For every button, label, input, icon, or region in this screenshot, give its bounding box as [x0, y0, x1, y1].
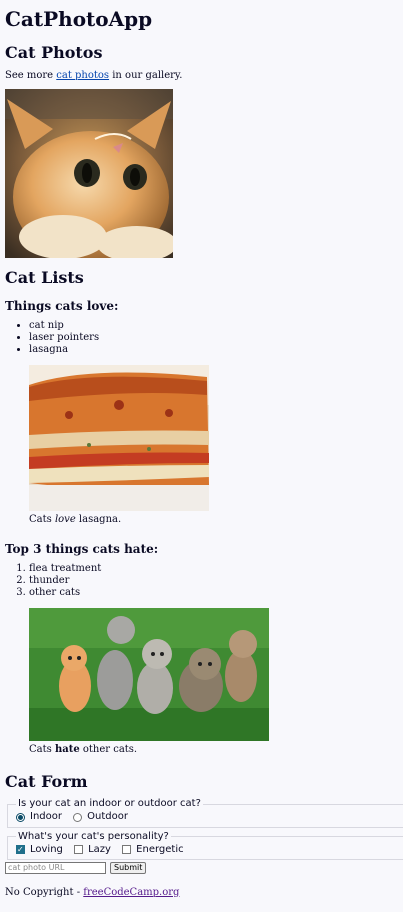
location-fieldset: Is your cat an indoor or outdoor cat? In…	[7, 798, 403, 828]
outdoor-option[interactable]: Outdoor	[73, 810, 128, 824]
lazy-option[interactable]: Lazy	[74, 843, 111, 857]
loving-option[interactable]: Loving	[16, 843, 63, 857]
energetic-option[interactable]: Energetic	[122, 843, 184, 857]
list-item: thunder	[29, 575, 398, 587]
list-item: laser pointers	[29, 332, 398, 344]
cat-form-heading: Cat Form	[5, 772, 88, 791]
freecodecamp-link[interactable]: freeCodeCamp.org	[83, 887, 179, 898]
cat-photo-url-input[interactable]: cat photo URL	[5, 862, 106, 874]
list-item: other cats	[29, 587, 398, 599]
loving-checkbox[interactable]	[16, 843, 25, 857]
location-legend: Is your cat an indoor or outdoor cat?	[18, 798, 201, 809]
indoor-option[interactable]: Indoor	[16, 810, 62, 824]
outdoor-radio[interactable]	[73, 812, 83, 822]
list-item: cat nip	[29, 320, 398, 332]
cat-photos-heading: Cat Photos	[5, 43, 103, 62]
cat-lists-heading: Cat Lists	[5, 268, 84, 287]
energetic-checkbox[interactable]	[122, 845, 132, 854]
things-cats-hate-heading: Top 3 things cats hate:	[5, 542, 159, 556]
personality-fieldset: What's your cat's personality? Loving La…	[7, 830, 403, 860]
things-cats-love-heading: Things cats love:	[5, 299, 119, 313]
personality-legend: What's your cat's personality?	[18, 830, 169, 842]
gallery-intro: See more cat photos in our gallery.	[5, 70, 183, 81]
cat-photo-form: Is your cat an indoor or outdoor cat? In…	[5, 798, 403, 874]
indoor-radio[interactable]	[16, 812, 25, 822]
cat-photos-link[interactable]: cat photos	[56, 70, 109, 81]
kittens-image	[29, 608, 269, 741]
list-item: flea treatment	[29, 563, 398, 575]
cats-caption: Cats hate other cats.	[29, 744, 138, 755]
lazy-checkbox[interactable]	[74, 845, 84, 854]
list-item: lasagna	[29, 344, 398, 356]
lasagna-figure: Cats love lasagna.	[29, 365, 398, 526]
page-title: CatPhotoApp	[5, 7, 153, 31]
kitten-image	[5, 89, 173, 258]
hate-list: flea treatment thunder other cats	[5, 563, 398, 599]
kitten-photo-link[interactable]	[5, 89, 173, 258]
lasagna-image	[29, 365, 209, 511]
footer: No Copyright - freeCodeCamp.org	[5, 887, 180, 898]
lasagna-caption: Cats love lasagna.	[29, 514, 122, 525]
love-list: cat nip laser pointers lasagna	[5, 320, 398, 356]
submit-button[interactable]: Submit	[110, 862, 147, 874]
url-row: cat photo URL Submit	[5, 862, 398, 874]
cats-figure: Cats hate other cats.	[29, 608, 398, 756]
